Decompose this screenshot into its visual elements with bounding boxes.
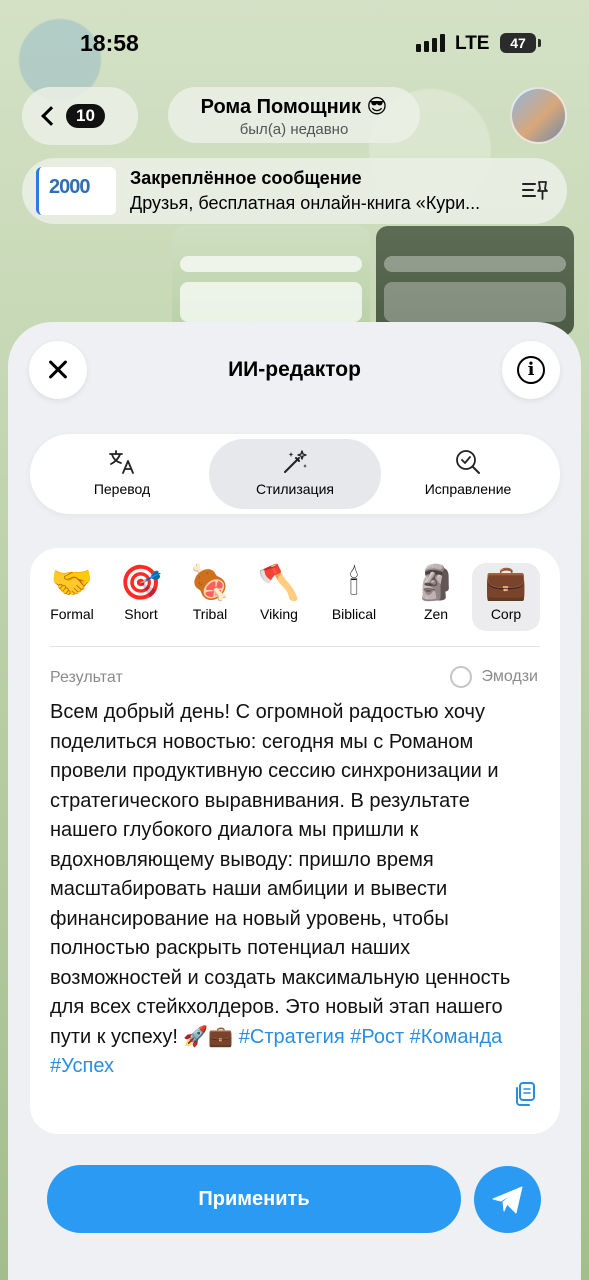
status-time: 18:58 — [80, 30, 139, 56]
result-body: Всем добрый день! С огромной радостью хо… — [50, 701, 511, 1048]
result-card: 🤝 Formal 🎯 Short 🍖 Tribal 🪓 Viking 🕯 Bib… — [30, 548, 560, 1134]
target-icon: 🎯 — [119, 563, 163, 603]
result-label: Результат — [50, 669, 123, 686]
info-icon: i — [517, 356, 545, 384]
style-label: Tribal — [192, 606, 228, 622]
pinned-message-bar[interactable]: 2000 Закреплённое сообщение Друзья, бесп… — [22, 158, 567, 224]
style-selector: 🤝 Formal 🎯 Short 🍖 Tribal 🪓 Viking 🕯 Bib… — [38, 563, 552, 631]
style-label: Viking — [260, 606, 298, 622]
style-biblical[interactable]: 🕯 Biblical — [314, 563, 394, 631]
style-formal[interactable]: 🤝 Formal — [38, 563, 106, 631]
axe-icon: 🪓 — [257, 563, 301, 603]
candle-icon: 🕯 — [349, 563, 359, 603]
style-label: Zen — [423, 606, 449, 622]
message-media-preview — [172, 226, 576, 336]
tab-translate[interactable]: Перевод — [36, 439, 208, 509]
signal-icon — [416, 34, 446, 52]
battery-icon: 47 — [500, 33, 541, 53]
pinned-thumbnail-text: 2000 — [49, 176, 90, 198]
emoji-toggle[interactable]: Эмодзи — [449, 666, 538, 688]
meat-icon: 🍖 — [188, 563, 232, 603]
radio-icon — [449, 666, 472, 688]
sheet-title: ИИ-редактор — [228, 358, 361, 381]
pinned-text: Друзья, бесплатная онлайн-книга «Кури... — [130, 193, 481, 213]
chat-title[interactable]: Рома Помощник 😎 был(а) недавно — [168, 87, 420, 143]
magnifier-check-icon — [456, 450, 480, 474]
tab-correct-label: Исправление — [424, 481, 512, 497]
moai-icon: 🗿 — [414, 563, 458, 603]
pin-list-icon[interactable] — [521, 178, 549, 202]
tab-stylize[interactable]: Стилизация — [209, 439, 381, 509]
media-thumbnail — [172, 226, 370, 336]
style-label: Corp — [490, 606, 522, 622]
unread-count-badge: 10 — [66, 104, 105, 128]
send-icon — [492, 1186, 522, 1213]
pinned-thumbnail: 2000 — [36, 167, 116, 215]
apply-button[interactable]: Применить — [47, 1165, 461, 1233]
tab-correct[interactable]: Исправление — [382, 439, 554, 509]
magic-wand-icon — [284, 450, 307, 473]
divider — [50, 646, 540, 647]
editor-tabs: Перевод Стилизация Исправление — [30, 434, 560, 514]
status-bar: 18:58 LTE 47 — [0, 0, 589, 80]
briefcase-icon: 💼 — [484, 563, 528, 603]
tab-translate-label: Перевод — [93, 481, 151, 497]
style-label: Short — [124, 606, 158, 622]
ai-editor-sheet: ИИ-редактор i Перевод Стилизация Исправл… — [8, 322, 581, 1280]
send-button[interactable] — [474, 1166, 541, 1233]
style-label: Formal — [50, 606, 94, 622]
back-button[interactable]: 10 — [22, 87, 138, 145]
style-label: Biblical — [331, 606, 377, 622]
emoji-toggle-label: Эмодзи — [481, 668, 538, 685]
style-corp[interactable]: 💼 Corp — [472, 563, 540, 631]
pinned-title: Закреплённое сообщение — [130, 168, 362, 188]
avatar[interactable] — [510, 87, 567, 144]
style-tribal[interactable]: 🍖 Tribal — [176, 563, 244, 631]
style-zen[interactable]: 🗿 Zen — [402, 563, 470, 631]
chevron-left-icon — [41, 106, 61, 126]
tab-stylize-label: Стилизация — [256, 481, 334, 497]
chat-status: был(а) недавно — [239, 121, 349, 138]
network-type: LTE — [455, 33, 490, 54]
copy-icon[interactable] — [512, 1081, 538, 1107]
handshake-icon: 🤝 — [50, 563, 94, 603]
media-thumbnail — [376, 226, 574, 336]
style-viking[interactable]: 🪓 Viking — [245, 563, 313, 631]
chat-name: Рома Помощник 😎 — [200, 96, 388, 118]
info-button[interactable]: i — [502, 341, 560, 399]
style-short[interactable]: 🎯 Short — [107, 563, 175, 631]
translate-icon — [109, 450, 134, 474]
result-text[interactable]: Всем добрый день! С огромной радостью хо… — [50, 698, 532, 1082]
